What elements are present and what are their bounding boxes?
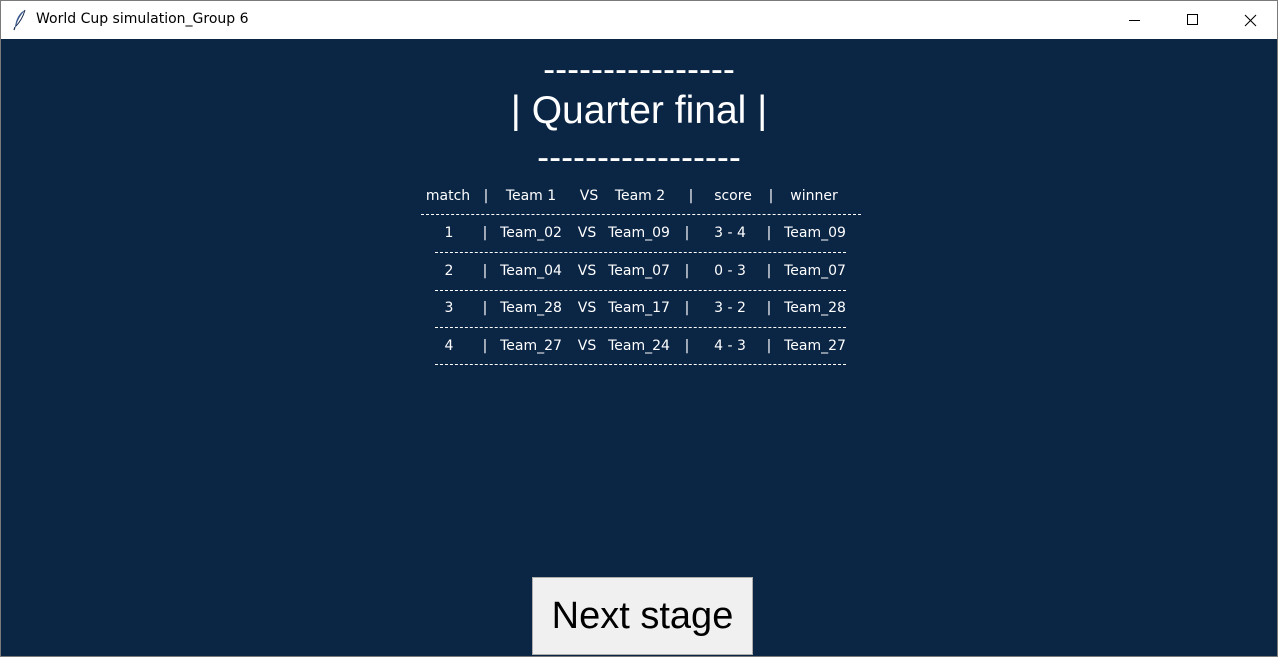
header-separator: | [688, 188, 694, 204]
table-header: match | Team 1 VS Team 2 | score | winne… [1, 186, 1277, 206]
team2-name: Team_07 [608, 263, 670, 279]
match-score: 3 - 2 [714, 300, 746, 316]
team2-name: Team_24 [608, 338, 670, 354]
app-window: World Cup simulation_Group 6 -----------… [0, 0, 1278, 657]
match-score: 0 - 3 [714, 263, 746, 279]
column-separator: | [482, 338, 488, 354]
header-team1: Team 1 [505, 188, 557, 204]
match-score: 4 - 3 [714, 338, 746, 354]
column-separator: | [684, 225, 690, 241]
winner-name: Team_28 [784, 300, 846, 316]
table-row: 4 | Team_27 VS Team_24 | 4 - 3 | Team_27 [1, 336, 1277, 356]
table-row: 1 | Team_02 VS Team_09 | 3 - 4 | Team_09 [1, 223, 1277, 243]
team2-name: Team_17 [608, 300, 670, 316]
column-separator: | [766, 263, 772, 279]
column-separator: | [684, 263, 690, 279]
header-score: score [714, 188, 752, 204]
title-bar[interactable]: World Cup simulation_Group 6 [1, 1, 1277, 39]
column-separator: | [766, 338, 772, 354]
vs-label: VS [577, 338, 597, 354]
row-divider [435, 252, 846, 253]
column-separator: | [482, 300, 488, 316]
title-divider-top: ---------------- [543, 48, 735, 89]
table-row: 3 | Team_28 VS Team_17 | 3 - 2 | Team_28 [1, 298, 1277, 318]
row-divider [435, 290, 846, 291]
row-divider [435, 364, 846, 365]
minimize-button[interactable] [1105, 1, 1163, 39]
main-content: ---------------- | Quarter final | -----… [1, 39, 1277, 656]
column-separator: | [766, 300, 772, 316]
team1-name: Team_02 [500, 225, 562, 241]
match-number: 3 [444, 300, 454, 316]
next-stage-button[interactable]: Next stage [532, 577, 753, 655]
table-row: 2 | Team_04 VS Team_07 | 0 - 3 | Team_07 [1, 261, 1277, 281]
maximize-button[interactable] [1163, 1, 1221, 39]
row-divider [435, 327, 846, 328]
column-separator: | [684, 338, 690, 354]
team1-name: Team_27 [500, 338, 562, 354]
team2-name: Team_09 [608, 225, 670, 241]
header-separator: | [768, 188, 774, 204]
vs-label: VS [577, 225, 597, 241]
close-button[interactable] [1221, 1, 1277, 39]
match-number: 1 [444, 225, 454, 241]
vs-label: VS [577, 263, 597, 279]
team1-name: Team_28 [500, 300, 562, 316]
match-score: 3 - 4 [714, 225, 746, 241]
minimize-icon [1129, 20, 1140, 21]
header-team2: Team 2 [614, 188, 666, 204]
stage-title: | Quarter final | [510, 89, 768, 132]
match-number: 4 [444, 338, 454, 354]
winner-name: Team_09 [784, 225, 846, 241]
title-divider-bottom: ----------------- [537, 136, 741, 177]
column-separator: | [684, 300, 690, 316]
column-separator: | [482, 263, 488, 279]
vs-label: VS [577, 300, 597, 316]
feather-icon [12, 9, 28, 31]
header-winner: winner [790, 188, 838, 204]
header-separator: | [483, 188, 489, 204]
match-number: 2 [444, 263, 454, 279]
window-title: World Cup simulation_Group 6 [36, 11, 249, 27]
winner-name: Team_27 [784, 338, 846, 354]
header-vs: VS [579, 188, 599, 204]
close-icon [1244, 14, 1257, 27]
maximize-icon [1187, 14, 1198, 25]
column-separator: | [482, 225, 488, 241]
team1-name: Team_04 [500, 263, 562, 279]
winner-name: Team_07 [784, 263, 846, 279]
row-divider [421, 214, 861, 215]
column-separator: | [766, 225, 772, 241]
header-match: match [425, 188, 471, 204]
